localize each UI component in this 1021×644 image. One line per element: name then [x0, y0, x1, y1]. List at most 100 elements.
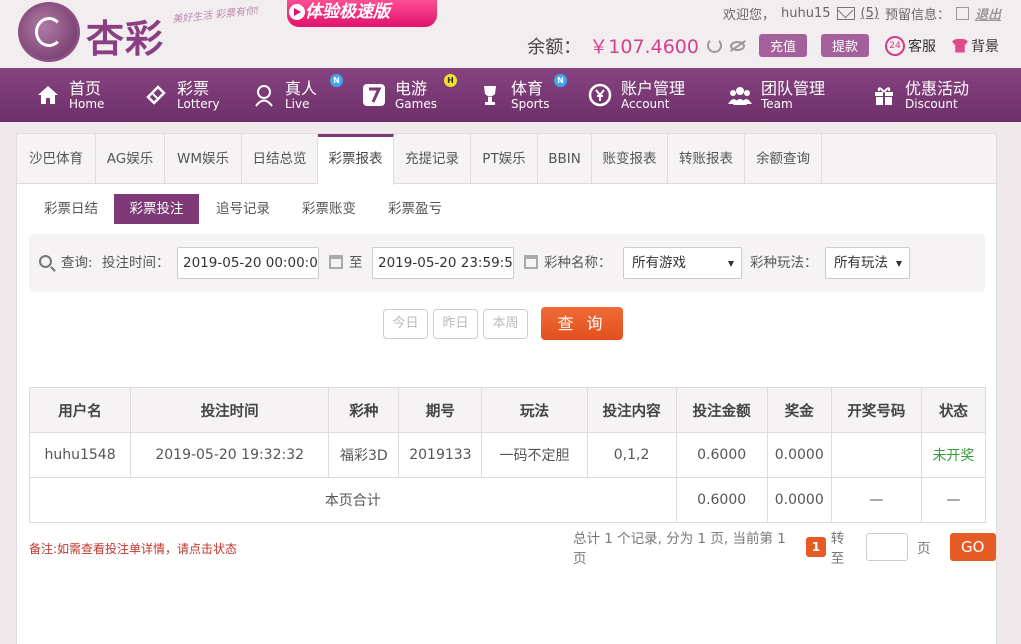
cell-amount: 0.6000: [675, 432, 768, 478]
mail-icon[interactable]: [836, 7, 855, 20]
nav-sublabel: Lottery: [177, 96, 220, 111]
nav-item-account[interactable]: 账户管理 Account: [588, 68, 685, 122]
tab-bbin[interactable]: BBIN: [538, 134, 592, 184]
report-tabs: 沙巴体育 AG娱乐 WM娱乐 日结总览 彩票报表 充提记录 PT娱乐 BBIN …: [17, 134, 996, 185]
reserved-info-label: 预留信息：: [884, 8, 950, 23]
col-header: 开奖号码: [830, 387, 922, 433]
current-page-button[interactable]: 1: [806, 537, 826, 557]
search-button[interactable]: 查 询: [541, 307, 623, 340]
nav-sublabel: Live: [285, 96, 310, 111]
team-icon: [728, 87, 752, 105]
nav-item-discount[interactable]: 优惠活动 Discount: [872, 68, 969, 122]
promo-button[interactable]: 体验极速版: [287, 0, 437, 27]
cell-status-link[interactable]: 未开奖: [920, 432, 987, 478]
nav-label: 账户管理: [621, 78, 686, 98]
tab-account-change[interactable]: 账变报表: [592, 134, 668, 184]
cell-play: 一码不定胆: [481, 432, 588, 478]
withdraw-button[interactable]: 提款: [820, 34, 869, 57]
nav-label: 团队管理: [761, 78, 826, 98]
col-header: 状态: [920, 387, 987, 433]
shirt-icon: [952, 38, 968, 53]
customer-service-link[interactable]: 24 客服: [885, 35, 936, 56]
balance-amount: ￥107.4600: [589, 36, 699, 58]
message-count[interactable]: (5): [861, 6, 879, 21]
dealer-icon: [255, 85, 273, 107]
promo-label: 体验极速版: [305, 2, 390, 22]
table-total-row: 本页合计 0.6000 0.0000 — —: [29, 477, 987, 523]
background-link[interactable]: 背景: [952, 36, 999, 56]
calendar-icon[interactable]: [329, 255, 343, 269]
tab-pt[interactable]: PT娱乐: [471, 134, 538, 184]
start-time-input[interactable]: 2019-05-20 00:00:00: [177, 247, 319, 279]
game-select-value: 所有游戏: [632, 255, 686, 271]
col-header: 投注时间: [130, 387, 330, 433]
tab-transfer-report[interactable]: 转账报表: [668, 134, 745, 184]
query-label: 查询:: [61, 255, 93, 271]
balance-label: 余额：: [527, 36, 582, 58]
nav-item-live[interactable]: 真人 Live N: [252, 68, 343, 122]
game-name-label: 彩种名称：: [544, 255, 612, 271]
subtab-lottery-account[interactable]: 彩票账变: [288, 194, 370, 224]
this-week-button[interactable]: 本周: [483, 309, 528, 339]
nav-sublabel: Sports: [511, 96, 550, 111]
new-badge: N: [554, 74, 567, 87]
game-select[interactable]: 所有游戏: [623, 247, 742, 279]
service-24h-icon: 24: [885, 35, 905, 56]
page-jump-input[interactable]: [866, 533, 909, 561]
tab-wm[interactable]: WM娱乐: [165, 134, 242, 184]
play-select-value: 所有玩法: [834, 255, 888, 271]
end-time-input[interactable]: 2019-05-20 23:59:59: [372, 247, 514, 279]
logout-link[interactable]: 退出: [975, 4, 1001, 23]
subtab-lottery-bets[interactable]: 彩票投注: [114, 194, 199, 224]
nav-item-team[interactable]: 团队管理 Team: [728, 68, 825, 122]
search-icon: [39, 255, 52, 268]
remark-note: 备注:如需查看投注单详情，请点击状态: [29, 542, 238, 556]
hide-balance-icon[interactable]: [729, 40, 745, 51]
new-badge: N: [330, 74, 343, 87]
go-button[interactable]: GO: [949, 533, 996, 561]
gift-icon: [875, 87, 893, 105]
logo-text[interactable]: 杏彩: [86, 8, 164, 63]
edit-icon[interactable]: [955, 7, 969, 20]
total-dash: —: [830, 477, 922, 523]
tab-saba-sports[interactable]: 沙巴体育: [17, 134, 96, 184]
nav-label: 体育: [511, 78, 544, 98]
nav-label: 真人: [285, 78, 318, 98]
play-type-select[interactable]: 所有玩法: [825, 247, 910, 279]
calendar-icon[interactable]: [524, 255, 538, 269]
query-bar: 查询: 投注时间： 2019-05-20 00:00:00 至 2019-05-…: [29, 234, 985, 292]
service-label: 客服: [908, 38, 936, 55]
nav-label: 彩票: [177, 78, 210, 98]
subtab-lottery-daily[interactable]: 彩票日结: [31, 194, 111, 224]
tab-lottery-report[interactable]: 彩票报表: [318, 134, 394, 185]
nav-item-home[interactable]: 首页 Home: [36, 68, 104, 122]
tab-balance-query[interactable]: 余额查询: [745, 134, 822, 184]
subtab-lottery-profit[interactable]: 彩票盈亏: [374, 194, 456, 224]
chevron-down-icon: [896, 261, 902, 267]
cell-draw-number: [830, 432, 922, 478]
nav-item-sports[interactable]: 体育 Sports N: [478, 68, 567, 122]
nav-item-lottery[interactable]: 彩票 Lottery: [144, 68, 220, 122]
header: 杏彩 美好生活 彩票有你! 体验极速版 欢迎您， huhu15 (5) 预留信息…: [0, 0, 1021, 68]
subtab-chase-records[interactable]: 追号记录: [202, 194, 284, 224]
slot-seven-icon: [363, 84, 385, 106]
refresh-icon[interactable]: [706, 38, 722, 53]
play-type-label: 彩种玩法：: [750, 255, 818, 271]
tab-ag[interactable]: AG娱乐: [96, 134, 165, 184]
main-nav: 首页 Home 彩票 Lottery 真人 Live N 电游 Games H 体育 Sp…: [0, 68, 1021, 122]
today-button[interactable]: 今日: [383, 309, 428, 339]
yesterday-button[interactable]: 昨日: [433, 309, 478, 339]
deposit-button[interactable]: 充值: [758, 34, 807, 57]
table-header-row: 用户名 投注时间 彩种 期号 玩法 投注内容 投注金额 奖金 开奖号码 状态: [28, 387, 987, 433]
logo-emblem[interactable]: [18, 2, 80, 62]
cell-issue: 2019133: [398, 432, 483, 478]
cell-content: 0,1,2: [586, 432, 677, 478]
tab-daily-summary[interactable]: 日结总览: [242, 134, 318, 184]
col-header: 奖金: [766, 387, 832, 433]
tab-deposit-records[interactable]: 充提记录: [394, 134, 471, 184]
total-amount: 0.6000: [675, 477, 768, 523]
total-label: 本页合计: [29, 477, 677, 523]
nav-item-games[interactable]: 电游 Games H: [362, 68, 457, 122]
nav-sublabel: Discount: [905, 96, 958, 111]
col-header: 投注金额: [675, 387, 768, 433]
